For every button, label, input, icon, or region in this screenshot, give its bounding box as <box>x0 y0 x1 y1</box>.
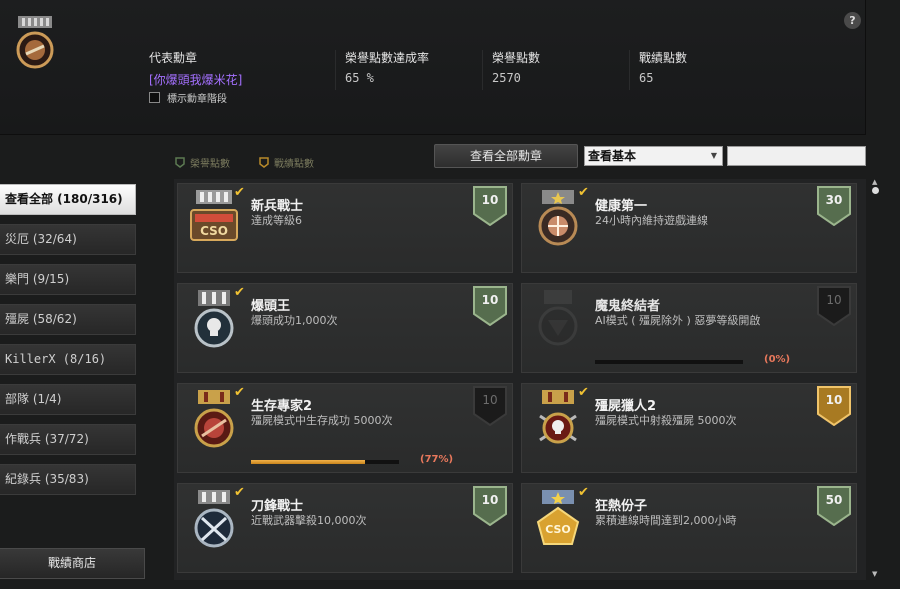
help-button[interactable]: ? <box>844 12 861 29</box>
divider <box>482 50 483 90</box>
record-points-label: 戰績點數 <box>639 51 688 65</box>
profile-header: ? 代表勳章 [你爆頭我爆米花] 榮譽點數達成率 65 % 榮譽點數 2570 … <box>0 0 866 135</box>
progress-percent: (77%) <box>420 454 454 465</box>
medal-card[interactable]: CSO ✔ 新兵戰士 達成等級6 10 <box>177 183 513 273</box>
legend-honor: 榮譽點數 <box>175 155 230 170</box>
svg-text:CSO: CSO <box>200 224 228 238</box>
filter-select-value: 查看基本 <box>588 149 637 163</box>
medal-description: 24小時內維持遊戲連線 <box>595 214 708 227</box>
completed-check-icon: ✔ <box>234 285 245 300</box>
medal-description: 殭屍模式中生存成功 5000次 <box>251 414 393 427</box>
sidebar-item-all[interactable]: 查看全部 (180/316) <box>0 184 136 215</box>
medal-card[interactable]: ✔ 生存專家2 殭屍模式中生存成功 5000次 10 (77%) <box>177 383 513 473</box>
completed-check-icon: ✔ <box>578 485 589 500</box>
chevron-down-icon: ▼ <box>710 151 717 160</box>
completion-block: 榮譽點數達成率 65 % <box>345 49 429 85</box>
record-shield-icon <box>259 157 269 168</box>
medal-description: 近戰武器擊殺10,000次 <box>251 514 367 527</box>
sidebar-item-killerx[interactable]: KillerX (8/16) <box>0 344 136 375</box>
sidebar-item-squad[interactable]: 部隊 (1/4) <box>0 384 136 415</box>
medal-description: 爆頭成功1,000次 <box>251 314 338 327</box>
medal-card[interactable]: ✔ 刀鋒戰士 近戰武器擊殺10,000次 10 <box>177 483 513 573</box>
legend-record: 戰績點數 <box>259 155 314 170</box>
medal-description: 累積連線時間達到2,000小時 <box>595 514 737 527</box>
completed-check-icon: ✔ <box>578 185 589 200</box>
show-medal-step-label: 標示勳章階段 <box>167 94 227 105</box>
divider <box>629 50 630 90</box>
record-points-block: 戰績點數 65 <box>639 49 687 85</box>
medal-points: 50 <box>825 493 843 507</box>
representative-medal-value[interactable]: [你爆頭我爆米花] <box>149 71 242 88</box>
medal-points: 10 <box>826 293 842 307</box>
medal-points: 30 <box>825 193 843 207</box>
legend-record-label: 戰績點數 <box>274 159 314 170</box>
honor-shield-icon <box>175 157 185 168</box>
svg-text:CSO: CSO <box>545 523 571 536</box>
honor-points-label: 榮譽點數 <box>492 51 541 65</box>
representative-medal-label: 代表勳章 <box>149 51 198 65</box>
completed-check-icon: ✔ <box>234 185 245 200</box>
scroll-up-arrow-icon[interactable]: ▲ <box>872 178 877 186</box>
record-points-value: 65 <box>639 71 654 85</box>
category-sidebar: 查看全部 (180/316) 災厄 (32/64) 樂門 (9/15) 殭屍 (… <box>0 184 137 504</box>
sidebar-item-disaster[interactable]: 災厄 (32/64) <box>0 224 136 255</box>
completed-check-icon: ✔ <box>234 485 245 500</box>
show-medal-step-checkbox[interactable] <box>149 92 160 103</box>
view-all-medals-button[interactable]: 查看全部勳章 <box>434 144 578 168</box>
rank-medal-icon <box>14 14 56 72</box>
search-input[interactable] <box>727 146 866 166</box>
progress-percent: (0%) <box>764 354 791 365</box>
medal-card[interactable]: 魔鬼終結者 AI模式 ( 殭屍除外 ) 惡夢等級開啟 10 (0%) <box>521 283 857 373</box>
medal-card[interactable]: CSO ✔ 狂熱份子 累積連線時間達到2,000小時 50 <box>521 483 857 573</box>
terminator-medal-icon <box>530 288 586 350</box>
medal-grid: CSO ✔ 新兵戰士 達成等級6 10 ✔ 健康第一 24小時內維持遊戲連線 3… <box>174 179 866 580</box>
completed-check-icon: ✔ <box>578 385 589 400</box>
medal-points: 10 <box>481 293 499 307</box>
medal-points: 10 <box>825 393 843 407</box>
completion-label: 榮譽點數達成率 <box>345 51 430 65</box>
scroll-thumb[interactable] <box>872 187 879 194</box>
sidebar-item-combat-soldier[interactable]: 作戰兵 (37/72) <box>0 424 136 455</box>
sidebar-item-record-soldier[interactable]: 紀錄兵 (35/83) <box>0 464 136 495</box>
progress-fill <box>251 460 365 464</box>
progress-bar <box>251 460 399 464</box>
completion-value: 65 % <box>345 71 374 85</box>
progress-bar <box>595 360 743 364</box>
medal-card[interactable]: ✔ 爆頭王 爆頭成功1,000次 10 <box>177 283 513 373</box>
medal-list-scrollbar[interactable]: ▲ ▼ <box>869 178 883 580</box>
medal-points: 10 <box>481 493 499 507</box>
medal-card[interactable]: ✔ 殭屍獵人2 殭屍模式中射殺殭屍 5000次 10 <box>521 383 857 473</box>
sidebar-item-paradise[interactable]: 樂門 (9/15) <box>0 264 136 295</box>
scroll-down-arrow-icon[interactable]: ▼ <box>872 570 877 578</box>
record-shop-button[interactable]: 戰績商店 <box>0 548 145 579</box>
medal-description: AI模式 ( 殭屍除外 ) 惡夢等級開啟 <box>595 314 761 327</box>
sidebar-item-zombie[interactable]: 殭屍 (58/62) <box>0 304 136 335</box>
medal-description: 達成等級6 <box>251 214 302 227</box>
show-medal-step-option[interactable]: 標示勳章階段 <box>149 90 227 105</box>
representative-medal-block: 代表勳章 [你爆頭我爆米花] <box>149 49 242 88</box>
medal-description: 殭屍模式中射殺殭屍 5000次 <box>595 414 737 427</box>
completed-check-icon: ✔ <box>234 385 245 400</box>
legend-honor-label: 榮譽點數 <box>190 159 230 170</box>
medal-points: 10 <box>481 193 499 207</box>
filter-select[interactable]: 查看基本 ▼ <box>584 146 723 166</box>
divider <box>335 50 336 90</box>
medal-points: 10 <box>482 393 498 407</box>
honor-points-block: 榮譽點數 2570 <box>492 49 540 85</box>
medal-card[interactable]: ✔ 健康第一 24小時內維持遊戲連線 30 <box>521 183 857 273</box>
honor-points-value: 2570 <box>492 71 521 85</box>
